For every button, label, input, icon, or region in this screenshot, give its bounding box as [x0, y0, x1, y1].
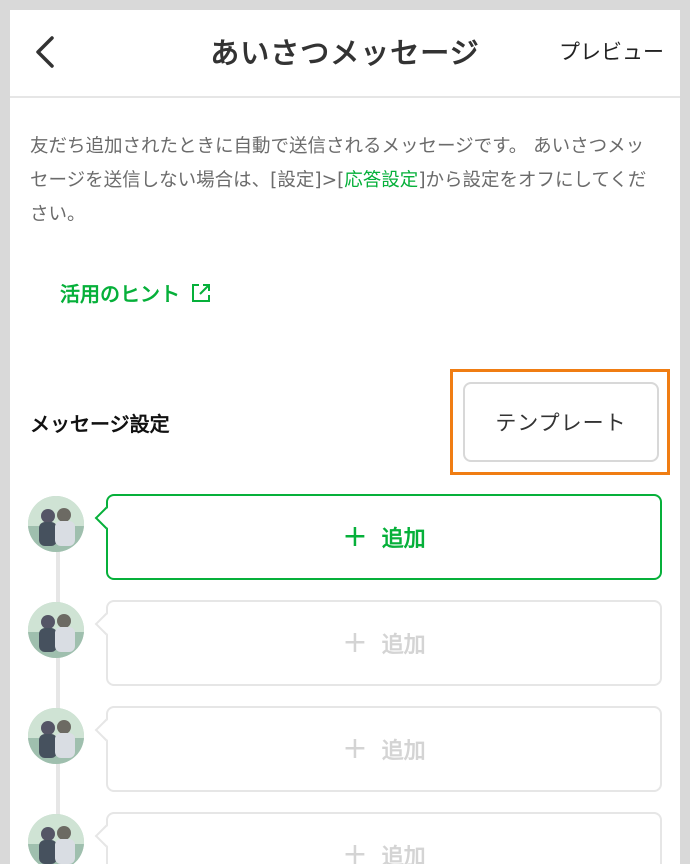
avatar [28, 602, 84, 658]
header: あいさつメッセージ プレビュー [10, 10, 680, 98]
plus-icon: + [342, 519, 368, 554]
add-message-button[interactable]: + 追加 [94, 812, 662, 864]
preview-button[interactable]: プレビュー [559, 36, 664, 66]
add-text: 追加 [381, 527, 426, 552]
bubble-tail [94, 718, 118, 742]
avatar [28, 814, 84, 864]
bubble-tail [94, 506, 118, 530]
plus-icon: + [342, 731, 368, 766]
bubble-tail [94, 612, 118, 636]
add-message-button[interactable]: + 追加 [94, 706, 662, 792]
add-message-button[interactable]: + 追加 [94, 494, 662, 580]
message-row: + 追加 [28, 706, 668, 794]
external-link-icon [192, 283, 210, 302]
add-label: + 追加 [342, 839, 425, 864]
add-message-button[interactable]: + 追加 [94, 600, 662, 686]
usage-hint-link[interactable]: 活用のヒント [60, 278, 212, 307]
message-settings-title: メッセージ設定 [30, 412, 170, 436]
message-row: + 追加 [28, 812, 668, 864]
add-text: 追加 [381, 845, 426, 864]
template-button[interactable]: テンプレート [463, 382, 659, 462]
template-highlight: テンプレート [450, 369, 670, 475]
usage-hint-label: 活用のヒント [60, 282, 180, 306]
add-label: + 追加 [342, 521, 425, 553]
add-text: 追加 [381, 739, 426, 764]
add-label: + 追加 [342, 627, 425, 659]
message-row: + 追加 [28, 600, 668, 688]
message-row: + 追加 [28, 494, 668, 582]
app-frame: あいさつメッセージ プレビュー 友だち追加されたときに自動で送信されるメッセージ… [10, 10, 680, 864]
description-text: 友だち追加されたときに自動で送信されるメッセージです。 あいさつメッセージを送信… [30, 130, 660, 232]
response-settings-link[interactable]: 応答設定 [344, 170, 418, 191]
add-label: + 追加 [342, 733, 425, 765]
add-text: 追加 [381, 633, 426, 658]
avatar [28, 708, 84, 764]
plus-icon: + [342, 625, 368, 660]
bubble-tail [94, 824, 118, 848]
plus-icon: + [342, 837, 368, 864]
avatar [28, 496, 84, 552]
